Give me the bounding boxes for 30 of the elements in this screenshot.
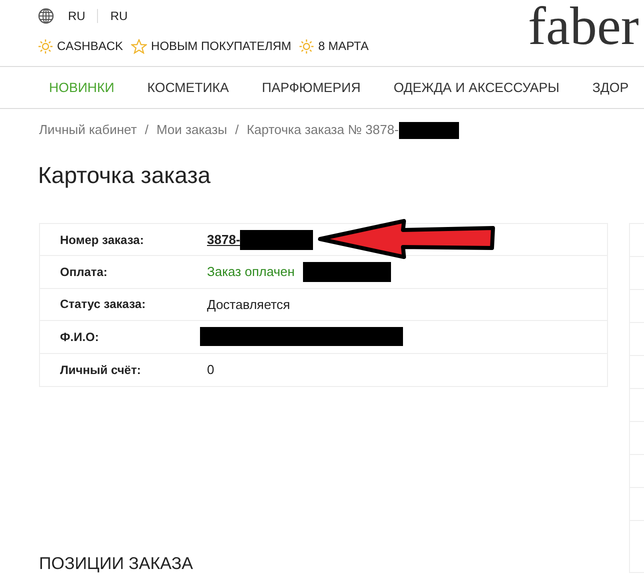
breadcrumb-link[interactable]: Карточка заказа № 3878- <box>246 122 399 137</box>
promo-link[interactable]: 8 МАРТА <box>318 37 369 55</box>
breadcrumb-link[interactable]: Мои заказы <box>156 122 228 137</box>
field-label: Личный счёт: <box>59 362 142 379</box>
field-label: Оплата: <box>59 264 108 282</box>
breadcrumb-separator: / <box>144 122 148 137</box>
field-label: Номер заказа: <box>59 232 145 249</box>
globe-icon[interactable] <box>38 8 54 24</box>
sun-icon <box>38 38 53 54</box>
field-value: 0 <box>207 361 214 379</box>
star-icon <box>131 38 148 54</box>
section-heading: ПОЗИЦИИ ЗАКАЗА <box>39 554 193 574</box>
nav-link[interactable]: КОСМЕТИКА <box>147 78 229 98</box>
logo[interactable]: faber <box>528 0 639 59</box>
field-label: Ф.И.О: <box>59 328 100 346</box>
order-number-link[interactable]: 3878- <box>207 230 240 250</box>
payment-status: Заказ оплачен <box>207 263 295 282</box>
promo-link[interactable]: CASHBACK <box>57 37 124 55</box>
nav-link[interactable]: ОДЕЖДА И АКСЕССУАРЫ <box>394 78 560 98</box>
breadcrumb-link[interactable]: Личный кабинет <box>39 122 137 137</box>
sun-icon <box>299 38 314 54</box>
page-title: Карточка заказа <box>38 162 212 190</box>
nav-link[interactable]: ПАРФЮМЕРИЯ <box>262 78 361 98</box>
nav-link[interactable]: ЗДОР <box>592 78 629 98</box>
language-link[interactable]: RU <box>68 7 86 25</box>
language-link[interactable]: RU <box>110 7 128 25</box>
field-value: Доставляется <box>207 296 290 314</box>
promo-link[interactable]: НОВЫМ ПОКУПАТЕЛЯМ <box>151 37 292 55</box>
breadcrumb-separator: / <box>235 122 239 137</box>
field-label: Статус заказа: <box>59 296 147 314</box>
